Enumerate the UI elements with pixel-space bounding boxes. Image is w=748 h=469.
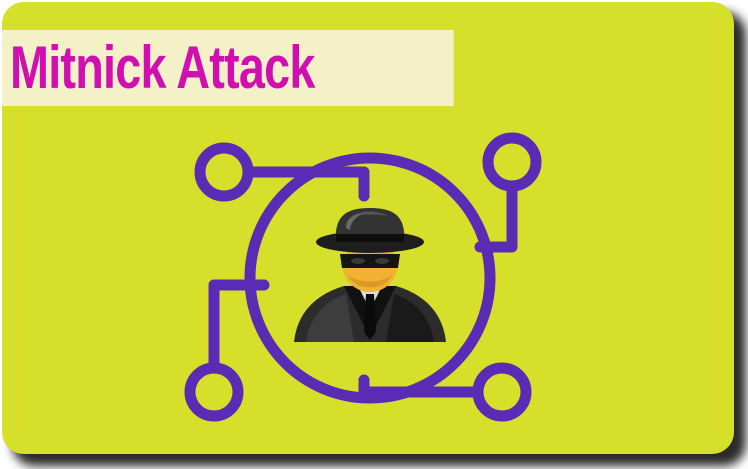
card: Mitnick Attack [2, 2, 734, 454]
hacker-spy-icon [294, 208, 446, 342]
circuit-network-icon [184, 132, 542, 422]
card-stage: Mitnick Attack [0, 0, 748, 469]
trace-top-left [242, 166, 370, 202]
node-top-right [482, 132, 542, 192]
node-bottom-right [472, 362, 532, 422]
node-top-left [194, 142, 254, 202]
node-bottom-left [184, 362, 244, 422]
